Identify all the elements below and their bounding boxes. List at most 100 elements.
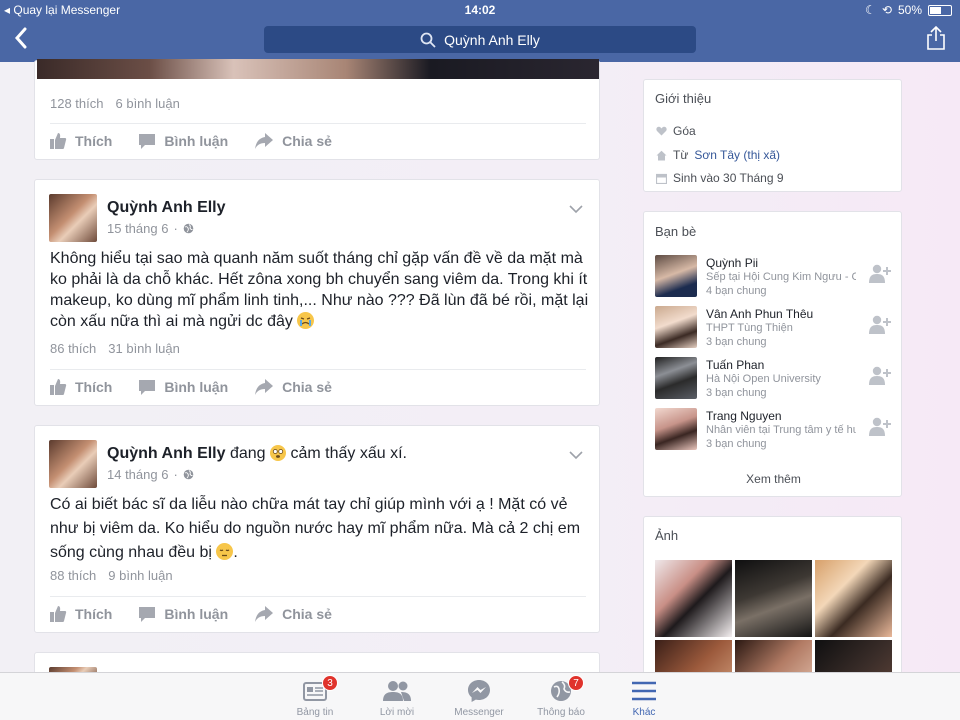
photo-thumbnail[interactable]	[655, 560, 732, 637]
tab-label: Bảng tin	[296, 707, 334, 718]
friend-name[interactable]: Tuấn Phan	[706, 358, 764, 372]
rotation-lock-icon: ⟲	[881, 3, 892, 17]
like-count[interactable]: 86 thích	[50, 341, 96, 356]
friend-avatar[interactable]	[655, 255, 697, 297]
friend-avatar[interactable]	[655, 408, 697, 450]
home-icon	[656, 150, 667, 160]
moon-icon: ☾	[865, 3, 876, 17]
chevron-down-icon[interactable]	[569, 450, 583, 460]
post-author[interactable]: Quỳnh Anh Elly	[107, 445, 226, 462]
friend-name[interactable]: Vân Anh Phun Thêu	[706, 307, 813, 321]
add-friend-icon[interactable]	[869, 366, 891, 386]
photo-thumbnail[interactable]	[735, 560, 812, 637]
comment-count[interactable]: 31 bình luận	[108, 341, 180, 356]
photo-thumbnail[interactable]	[815, 560, 892, 637]
status-bar: ◂ Quay lại Messenger 14:02 ☾ ⟲ 50%	[0, 0, 960, 20]
tab-more[interactable]: Khác	[609, 679, 679, 718]
share-post-button[interactable]: Chia sẻ	[254, 132, 332, 150]
friend-item[interactable]: Vân Anh Phun Thêu THPT Tùng Thiện 3 bạn …	[655, 306, 895, 350]
post-stats: 128 thích 6 bình luận	[50, 96, 180, 111]
friends-title: Bạn bè	[655, 224, 697, 239]
comment-button[interactable]: Bình luận	[138, 132, 228, 150]
post-text: Không hiểu tại sao mà quanh năm suốt thá…	[50, 248, 590, 332]
photos-title: Ảnh	[655, 528, 679, 543]
post-meta: 14 tháng 6 ·	[107, 467, 194, 482]
share-button[interactable]	[926, 25, 946, 50]
intro-title: Giới thiệu	[655, 91, 712, 106]
add-friend-icon[interactable]	[869, 315, 891, 335]
status-time: 14:02	[464, 3, 496, 17]
post-text: Có ai biết bác sĩ da liễu nào chữa mát t…	[50, 493, 590, 565]
comment-button[interactable]: Bình luận	[138, 378, 228, 396]
tab-messenger[interactable]: Messenger	[444, 679, 514, 718]
friend-avatar[interactable]	[655, 357, 697, 399]
post-author[interactable]: Quỳnh Anh Elly	[107, 199, 226, 217]
tab-icon-wrap	[444, 679, 514, 703]
post-stats: 86 thích 31 bình luận	[50, 341, 180, 356]
friend-subtitle: THPT Tùng Thiện	[706, 322, 793, 334]
comment-count[interactable]: 6 bình luận	[116, 96, 180, 111]
avatar[interactable]	[49, 194, 97, 242]
post-meta: 15 tháng 6 ·	[107, 221, 194, 236]
comment-count[interactable]: 9 bình luận	[108, 568, 172, 583]
like-count[interactable]: 128 thích	[50, 96, 104, 111]
feeling-text[interactable]: cảm thấy xấu xí.	[290, 445, 407, 462]
birthday-text: Sinh vào 30 Tháng 9	[673, 171, 784, 185]
share-upload-icon	[927, 25, 945, 50]
search-icon	[420, 32, 436, 48]
crying-emoji-icon	[297, 312, 315, 329]
post-time[interactable]: 14 tháng 6	[107, 467, 168, 482]
calendar-icon	[656, 173, 667, 184]
comment-label: Bình luận	[164, 133, 229, 149]
add-friend-icon[interactable]	[869, 264, 891, 284]
tab-friend-requests[interactable]: Lời mời	[362, 679, 432, 718]
like-button[interactable]: Thích	[49, 605, 112, 623]
back-button[interactable]	[14, 27, 36, 51]
hometown-link[interactable]: Sơn Tây (thị xã)	[694, 148, 780, 162]
add-friend-icon[interactable]	[869, 417, 891, 437]
birthday-row: Sinh vào 30 Tháng 9	[656, 171, 784, 185]
friend-subtitle: Hà Nội Open University	[706, 373, 821, 385]
like-button[interactable]: Thích	[49, 378, 112, 396]
divider	[50, 369, 586, 370]
tab-icon-wrap	[362, 679, 432, 703]
relationship-status: Góa	[673, 124, 696, 138]
hometown-prefix: Từ	[673, 148, 689, 162]
comment-button[interactable]: Bình luận	[138, 605, 228, 623]
post-card: Quỳnh Anh Elly 15 tháng 6 · Không hiểu t…	[34, 179, 600, 406]
post-photo[interactable]	[37, 59, 599, 79]
photos-card: Ảnh	[643, 516, 902, 676]
dot-separator: ·	[173, 221, 178, 236]
friend-item[interactable]: Trang Nguyen Nhân viên tại Trung tâm y t…	[655, 408, 895, 452]
share-label: Chia sẻ	[282, 379, 332, 395]
photo-thumbnail[interactable]	[815, 640, 892, 675]
notification-badge: 3	[322, 675, 338, 691]
friend-avatar[interactable]	[655, 306, 697, 348]
avatar[interactable]	[49, 440, 97, 488]
tab-notifications[interactable]: 7 Thông báo	[526, 675, 596, 718]
share-arrow-icon	[255, 379, 274, 395]
share-post-button[interactable]: Chia sẻ	[254, 378, 332, 396]
chevron-down-icon[interactable]	[569, 204, 583, 214]
see-more-friends-link[interactable]: Xem thêm	[644, 472, 903, 486]
feeling-emoji-icon	[270, 445, 287, 461]
photo-thumbnail[interactable]	[735, 640, 812, 675]
share-post-button[interactable]: Chia sẻ	[254, 605, 332, 623]
search-bar[interactable]: Quỳnh Anh Elly	[264, 26, 696, 53]
tab-icon-wrap: 3	[280, 675, 350, 703]
photo-thumbnail[interactable]	[655, 640, 732, 675]
post-actions: Thích Bình luận Chia sẻ	[49, 605, 358, 623]
friend-name[interactable]: Trang Nguyen	[706, 409, 782, 423]
like-label: Thích	[75, 133, 113, 149]
post-time[interactable]: 15 tháng 6	[107, 221, 168, 236]
tab-icon-wrap: 7	[526, 675, 596, 703]
friend-item[interactable]: Quỳnh Pii Sếp tại Hội Cung Kim Ngưu - Cu…	[655, 255, 895, 299]
comment-label: Bình luận	[164, 379, 229, 395]
like-button[interactable]: Thích	[49, 132, 112, 150]
friend-name[interactable]: Quỳnh Pii	[706, 256, 758, 270]
comment-icon	[139, 134, 156, 149]
like-count[interactable]: 88 thích	[50, 568, 96, 583]
tab-news-feed[interactable]: 3 Bảng tin	[280, 675, 350, 718]
friend-item[interactable]: Tuấn Phan Hà Nội Open University 3 bạn c…	[655, 357, 895, 401]
tab-label: Khác	[632, 707, 656, 718]
